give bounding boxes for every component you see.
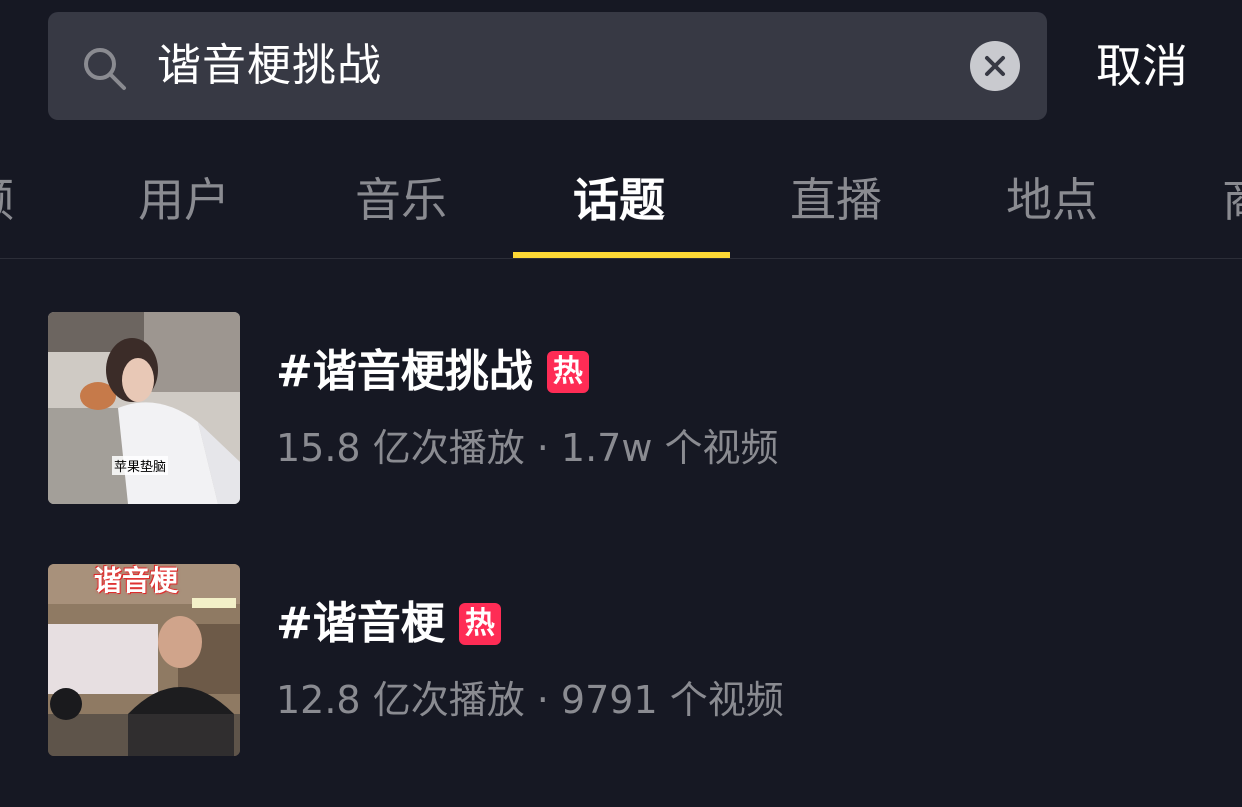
tab-location[interactable]: 地点 — [1006, 168, 1098, 232]
search-results-page: 谐音梗挑战 取消 视频 用户 音乐 话题 直播 地点 商品 苹 — [0, 0, 1242, 807]
thumbnail-image — [48, 312, 240, 504]
tab-live[interactable]: 直播 — [790, 168, 882, 232]
tab-topics[interactable]: 话题 — [573, 168, 665, 232]
hot-badge: 热 — [546, 351, 589, 393]
topic-thumbnail: 谐音梗 — [48, 564, 240, 756]
topic-stats: 15.8 亿次播放 · 1.7w 个视频 — [276, 426, 779, 470]
tab-divider — [0, 258, 1242, 259]
topic-result-row[interactable]: 苹果垫脑 #谐音梗挑战 热 15.8 亿次播放 · 1.7w 个视频 — [0, 312, 1242, 504]
topic-title-text: #谐音梗 — [276, 598, 445, 649]
topic-title: #谐音梗 热 — [276, 596, 501, 652]
tab-products[interactable]: 商品 — [1222, 168, 1242, 232]
thumbnail-title: 谐音梗 — [94, 564, 179, 597]
topic-title-text: #谐音梗挑战 — [276, 346, 533, 397]
tab-music[interactable]: 音乐 — [355, 168, 447, 232]
search-input[interactable]: 谐音梗挑战 — [157, 36, 382, 96]
topic-thumbnail: 苹果垫脑 — [48, 312, 240, 504]
close-icon — [985, 56, 1005, 76]
tab-video[interactable]: 视频 — [0, 168, 14, 232]
topic-result-row[interactable]: 谐音梗 #谐音梗 热 12.8 亿次播放 · 9791 个视频 — [0, 564, 1242, 756]
cancel-button[interactable]: 取消 — [1096, 36, 1188, 96]
hot-badge: 热 — [458, 603, 501, 645]
tab-users[interactable]: 用户 — [138, 168, 230, 232]
topic-title: #谐音梗挑战 热 — [276, 344, 589, 400]
clear-search-button[interactable] — [970, 41, 1020, 91]
topic-stats: 12.8 亿次播放 · 9791 个视频 — [276, 678, 784, 722]
thumbnail-caption: 苹果垫脑 — [112, 456, 169, 475]
search-icon — [84, 48, 126, 90]
